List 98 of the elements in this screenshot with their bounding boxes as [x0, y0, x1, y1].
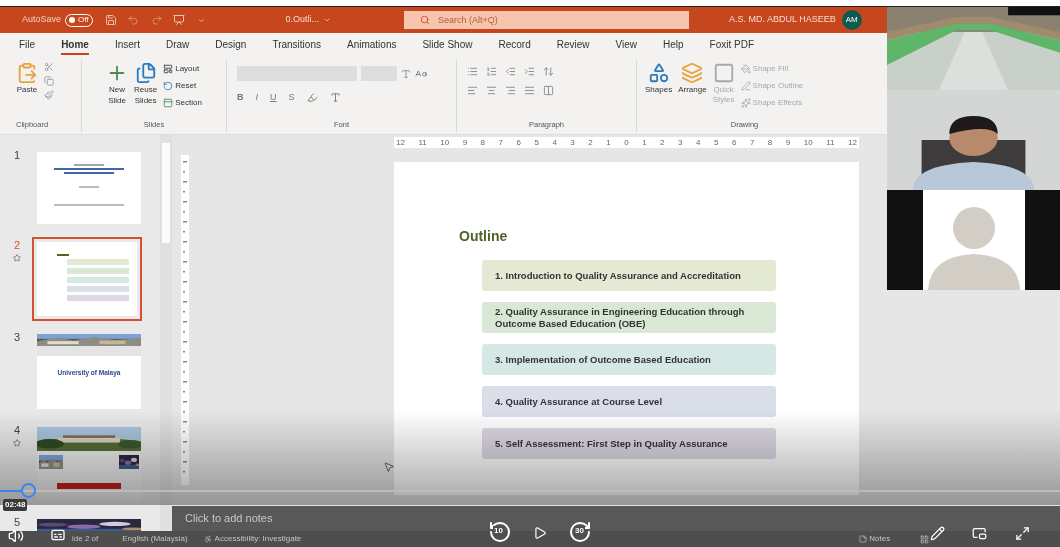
format-button[interactable]: I	[255, 91, 258, 105]
outline-item: 3. Implementation of Outcome Based Education	[482, 344, 776, 375]
ribbon-tab[interactable]: Foxit PDF	[709, 36, 755, 55]
slides-icon	[134, 62, 157, 84]
forward-button[interactable]: 30	[568, 520, 592, 544]
pen-icon	[740, 81, 751, 91]
align-right-icon[interactable]	[505, 85, 516, 96]
line-spacing-icon[interactable]	[543, 66, 554, 77]
save-icon[interactable]	[104, 14, 117, 26]
ribbon-tab[interactable]: Animations	[346, 36, 397, 55]
notes-placeholder[interactable]: Click to add notes	[185, 510, 273, 527]
search-icon	[420, 15, 431, 25]
ribbon-tab[interactable]: Transitions	[272, 36, 321, 55]
bullets-icon[interactable]	[467, 66, 478, 77]
copy-icon[interactable]	[44, 76, 54, 86]
scrollbar[interactable]	[160, 135, 172, 531]
search-field[interactable]: Search (Alt+Q)	[404, 11, 690, 29]
ribbon-tab[interactable]: Insert	[114, 36, 140, 55]
reset-button[interactable]: Reset	[163, 80, 202, 92]
highlighter-icon[interactable]	[306, 92, 318, 104]
shapes-icon	[647, 62, 670, 84]
redo-icon[interactable]	[150, 14, 163, 26]
layers-icon	[681, 62, 704, 84]
notes-button[interactable]: Notes	[859, 533, 891, 545]
format-button[interactable]: B	[237, 91, 244, 105]
user-name: A.S. MD. ABDUL HASEEB	[729, 13, 836, 27]
pencil-icon[interactable]	[930, 526, 945, 541]
justify-icon[interactable]	[524, 85, 535, 96]
arrange-button[interactable]: Arrange	[678, 62, 707, 96]
play-icon[interactable]	[533, 526, 547, 540]
columns-icon[interactable]	[543, 85, 554, 96]
numbering-icon[interactable]	[486, 66, 497, 77]
format-button[interactable]: U	[270, 91, 277, 105]
rewind-icon	[488, 520, 512, 544]
rewind-button[interactable]: 10	[488, 520, 512, 544]
outline-item: 1. Introduction to Quality Assurance and Accreditation	[482, 260, 776, 291]
avatar-icon	[925, 206, 1022, 290]
horizontal-ruler: 12 11 10 9 8 7 6 5 4 3 2 1 0 1 2 3 4 5 6 7 8 9 10 11 12	[394, 136, 859, 148]
format-painter-icon[interactable]	[44, 90, 54, 100]
align-center-icon[interactable]	[486, 85, 497, 96]
ribbon-tab[interactable]: Review	[556, 36, 590, 55]
slide-number: 4	[13, 423, 21, 438]
paste-button[interactable]: Paste	[16, 62, 38, 96]
volume-icon[interactable]	[8, 528, 24, 544]
slide-thumbnail[interactable]	[37, 427, 141, 501]
video-time: 02:48	[3, 499, 28, 511]
ribbon-tab[interactable]: Record	[498, 36, 531, 55]
slide-thumbnail[interactable]	[37, 152, 141, 224]
format-button[interactable]: S	[288, 91, 295, 105]
new-slide-button[interactable]: New Slide	[106, 62, 129, 106]
ribbon-tab[interactable]: Home	[61, 36, 89, 55]
slide-number: 2	[13, 238, 21, 253]
sparkles-icon	[740, 98, 751, 108]
layout-icon	[163, 64, 174, 74]
user-avatar[interactable]: AM	[841, 10, 862, 30]
ribbon-tab[interactable]: Design	[215, 36, 247, 55]
caret-icon[interactable]	[323, 16, 332, 24]
slide-indicator: ide 2 of	[72, 533, 99, 545]
ribbon-tab[interactable]: Help	[663, 36, 684, 55]
shapes-button[interactable]: Shapes	[645, 62, 673, 96]
presentation-icon[interactable]	[172, 14, 185, 26]
ribbon-tab[interactable]: Draw	[165, 36, 190, 55]
square-icon	[712, 62, 735, 84]
slide-title: Outline	[459, 227, 509, 246]
accessibility-status[interactable]: Accessibility: Investigate	[203, 533, 302, 545]
captions-icon[interactable]	[50, 527, 66, 543]
indent-icon[interactable]	[524, 66, 535, 77]
section-icon	[163, 98, 174, 108]
outline-item: 5. Self Assessment: First Step in Quality Assurance	[482, 428, 776, 459]
font-color-icon[interactable]	[329, 92, 341, 104]
slide-sorter-icon[interactable]	[920, 534, 930, 544]
fullscreen-icon[interactable]	[1015, 526, 1030, 541]
slide-number: 5	[13, 515, 21, 530]
outline-item: 2. Quality Assurance in Engineering Education through Outcome Based Education (OBE)	[482, 302, 776, 333]
autosave-label: AutoSave	[22, 13, 62, 27]
picture-in-picture-icon[interactable]	[972, 526, 987, 541]
outdent-icon[interactable]	[505, 66, 516, 77]
reset-icon	[163, 81, 174, 91]
cursor-icon	[383, 460, 395, 474]
clipboard-icon	[16, 62, 38, 84]
section-button[interactable]: Section	[163, 97, 202, 109]
forward-icon	[568, 520, 592, 544]
paint-bucket-icon	[740, 64, 751, 74]
layout-button[interactable]: Layout	[163, 63, 202, 75]
accessibility-icon	[203, 535, 212, 543]
cut-icon[interactable]	[44, 62, 54, 72]
document-title[interactable]: 0.Outli...	[285, 13, 320, 27]
align-left-icon[interactable]	[467, 85, 478, 96]
outline-item: 4. Quality Assurance at Course Level	[482, 386, 776, 417]
language-indicator: English (Malaysia)	[122, 533, 188, 545]
ribbon-tab[interactable]: Slide Show	[422, 36, 473, 55]
reuse-slides-button[interactable]: Reuse Slides	[134, 62, 158, 106]
undo-icon[interactable]	[126, 14, 139, 26]
slide-thumbnail[interactable]	[37, 242, 137, 316]
ribbon-tab[interactable]: View	[615, 36, 637, 55]
slide-number: 1	[13, 148, 21, 163]
ribbon-tab[interactable]: File	[19, 36, 36, 55]
slide-number: 3	[13, 330, 21, 345]
